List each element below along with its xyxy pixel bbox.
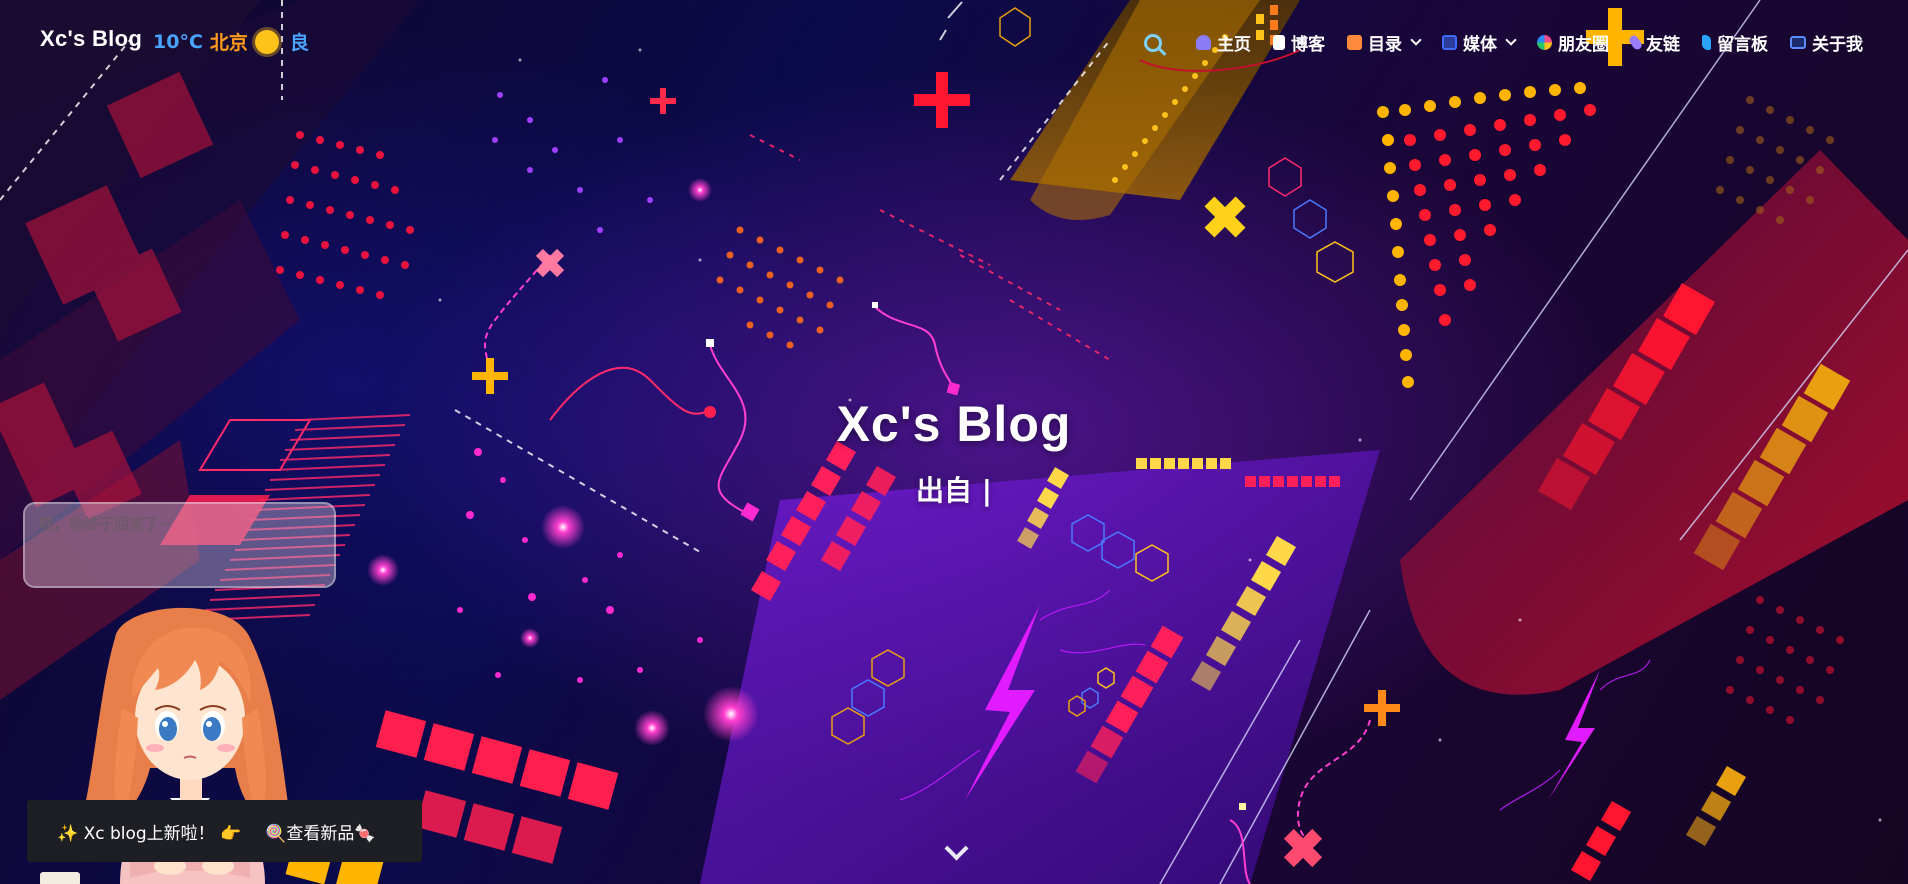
scroll-down-chevron-icon[interactable] xyxy=(943,840,967,864)
nav-item-about-label: 关于我 xyxy=(1812,35,1863,55)
pinwheel-icon xyxy=(1537,35,1552,50)
nav-item-catalog[interactable]: 目录 xyxy=(1347,30,1422,55)
coffee-cup-icon xyxy=(40,872,80,884)
media-icon xyxy=(1442,35,1457,50)
nav-item-about[interactable]: 关于我 xyxy=(1790,30,1863,55)
search-icon[interactable] xyxy=(1144,33,1162,52)
mascot-speech-text: 哇，你终于回来了~ xyxy=(39,515,172,533)
mascot-speech-bubble: 哇，你终于回来了~ xyxy=(23,502,336,588)
nav-item-friends-label: 友链 xyxy=(1646,35,1680,55)
link-icon xyxy=(1627,33,1644,52)
sun-icon xyxy=(254,29,279,54)
weather-city: 北京 xyxy=(209,32,248,54)
chevron-down-icon xyxy=(1505,34,1517,46)
list-icon xyxy=(1347,35,1362,50)
nav-item-media[interactable]: 媒体 xyxy=(1442,30,1517,55)
weather-temperature: 10°C xyxy=(153,30,203,53)
profile-icon xyxy=(1790,36,1806,49)
nav-item-blog[interactable]: 博客 xyxy=(1273,30,1325,55)
nav-item-moments-label: 朋友圈 xyxy=(1558,35,1609,55)
air-quality-label: 良 xyxy=(289,32,309,54)
nav-item-friends[interactable]: 友链 xyxy=(1627,30,1680,55)
main-menu: 主页 博客 目录 媒体 朋友圈 友链 留言板 关于我 xyxy=(1144,30,1863,55)
nav-item-home[interactable]: 主页 xyxy=(1196,30,1251,55)
nav-item-guestbook[interactable]: 留言板 xyxy=(1702,30,1768,55)
document-icon xyxy=(1273,35,1285,50)
toast-message: ✨ Xc blog上新啦！ 👉 xyxy=(57,823,242,844)
nav-item-catalog-label: 目录 xyxy=(1368,35,1402,55)
nav-item-blog-label: 博客 xyxy=(1291,35,1325,55)
site-brand-logo[interactable]: Xc's Blog xyxy=(40,26,142,52)
message-icon xyxy=(1702,35,1711,50)
hero-title: Xc's Blog xyxy=(836,396,1072,452)
weather-widget[interactable]: 10°C 北京 良 xyxy=(153,28,309,55)
toast-action-link[interactable]: 🍭查看新品🍬 xyxy=(265,819,375,844)
nav-item-home-label: 主页 xyxy=(1217,35,1251,55)
hero-section: Xc's Blog 出自 | xyxy=(0,395,1908,509)
nav-item-media-label: 媒体 xyxy=(1463,35,1497,55)
chevron-down-icon xyxy=(1410,34,1422,46)
nav-item-guestbook-label: 留言板 xyxy=(1717,35,1768,55)
announcement-toast: ✨ Xc blog上新啦！ 👉 🍭查看新品🍬 xyxy=(27,800,422,862)
nav-item-moments[interactable]: 朋友圈 xyxy=(1537,30,1609,55)
top-navbar: Xc's Blog 10°C 北京 良 主页 博客 目录 媒体 朋友圈 友链 留… xyxy=(0,0,1908,84)
home-icon xyxy=(1196,35,1211,50)
